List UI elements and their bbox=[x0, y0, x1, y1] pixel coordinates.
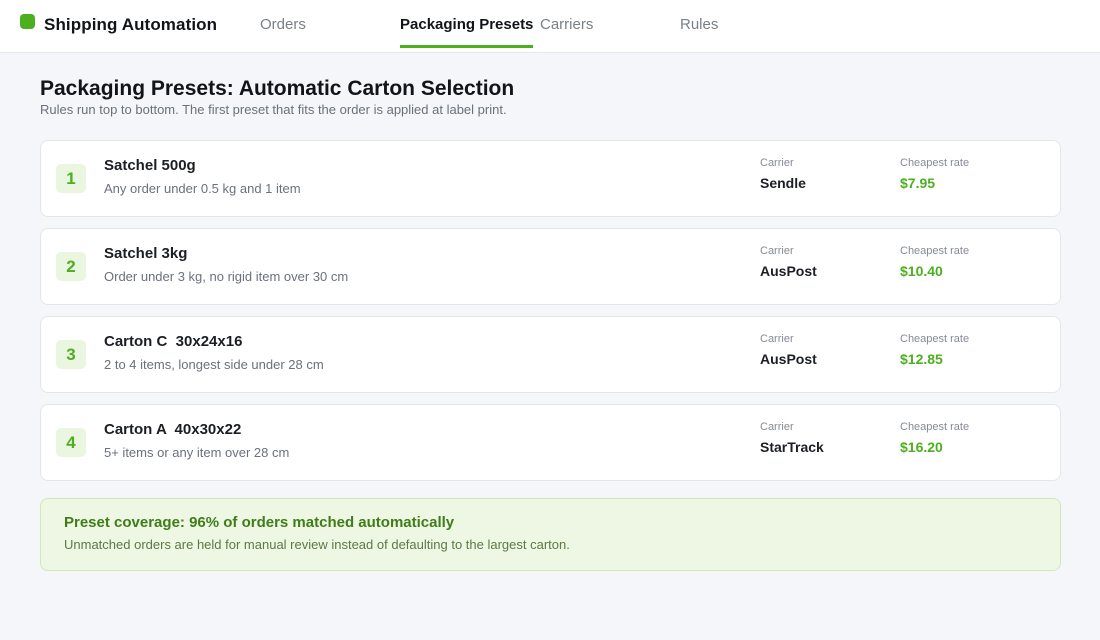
page-title: Packaging Presets: Automatic Carton Sele… bbox=[40, 77, 515, 100]
preset-rule: 5+ items or any item over 28 cm bbox=[104, 445, 290, 460]
carrier-value: AusPost bbox=[760, 351, 817, 367]
tab-carriers[interactable]: Carriers bbox=[540, 16, 593, 33]
carrier-label: Carrier bbox=[760, 421, 794, 433]
tab-orders[interactable]: Orders bbox=[260, 16, 306, 33]
rate-label: Cheapest rate bbox=[900, 333, 970, 345]
rate-value: $16.20 bbox=[900, 439, 943, 455]
carrier-value: Sendle bbox=[760, 175, 806, 191]
coverage-note: Unmatched orders are held for manual rev… bbox=[64, 537, 570, 552]
preset-card[interactable]: 1 Satchel 500g Any order under 0.5 kg an… bbox=[40, 140, 1061, 217]
rate-value: $12.85 bbox=[900, 351, 943, 367]
preset-card[interactable]: 4 Carton A 40x30x22 5+ items or any item… bbox=[40, 404, 1061, 481]
app-logo-icon bbox=[20, 14, 35, 29]
preset-rule: 2 to 4 items, longest side under 28 cm bbox=[104, 357, 324, 372]
preset-rank-badge: 2 bbox=[56, 252, 86, 281]
active-tab-indicator bbox=[400, 45, 533, 48]
preset-name: Carton C 30x24x16 bbox=[104, 333, 243, 350]
tab-packaging-presets[interactable]: Packaging Presets bbox=[400, 16, 533, 33]
carrier-label: Carrier bbox=[760, 333, 794, 345]
coverage-title: Preset coverage: 96% of orders matched a… bbox=[64, 514, 455, 531]
preset-card[interactable]: 3 Carton C 30x24x16 2 to 4 items, longes… bbox=[40, 316, 1061, 393]
preset-rank-badge: 4 bbox=[56, 428, 86, 457]
coverage-banner: Preset coverage: 96% of orders matched a… bbox=[40, 498, 1061, 571]
app-brand: Shipping Automation bbox=[44, 15, 218, 34]
rate-label: Cheapest rate bbox=[900, 421, 970, 433]
preset-name: Satchel 500g bbox=[104, 157, 196, 174]
preset-rule: Any order under 0.5 kg and 1 item bbox=[104, 181, 301, 196]
page-subtitle: Rules run top to bottom. The first prese… bbox=[40, 102, 507, 117]
preset-card[interactable]: 2 Satchel 3kg Order under 3 kg, no rigid… bbox=[40, 228, 1061, 305]
preset-rank-badge: 1 bbox=[56, 164, 86, 193]
preset-rank-badge: 3 bbox=[56, 340, 86, 369]
carrier-value: StarTrack bbox=[760, 439, 824, 455]
carrier-label: Carrier bbox=[760, 157, 794, 169]
rate-value: $7.95 bbox=[900, 175, 936, 191]
tab-rules[interactable]: Rules bbox=[680, 16, 718, 33]
preset-name: Satchel 3kg bbox=[104, 245, 188, 262]
preset-rule: Order under 3 kg, no rigid item over 30 … bbox=[104, 269, 349, 284]
rate-label: Cheapest rate bbox=[900, 245, 970, 257]
preset-name: Carton A 40x30x22 bbox=[104, 421, 242, 438]
rate-label: Cheapest rate bbox=[900, 157, 970, 169]
rate-value: $10.40 bbox=[900, 263, 943, 279]
carrier-value: AusPost bbox=[760, 263, 817, 279]
carrier-label: Carrier bbox=[760, 245, 794, 257]
top-bar: Shipping Automation Orders Packaging Pre… bbox=[0, 0, 1100, 53]
